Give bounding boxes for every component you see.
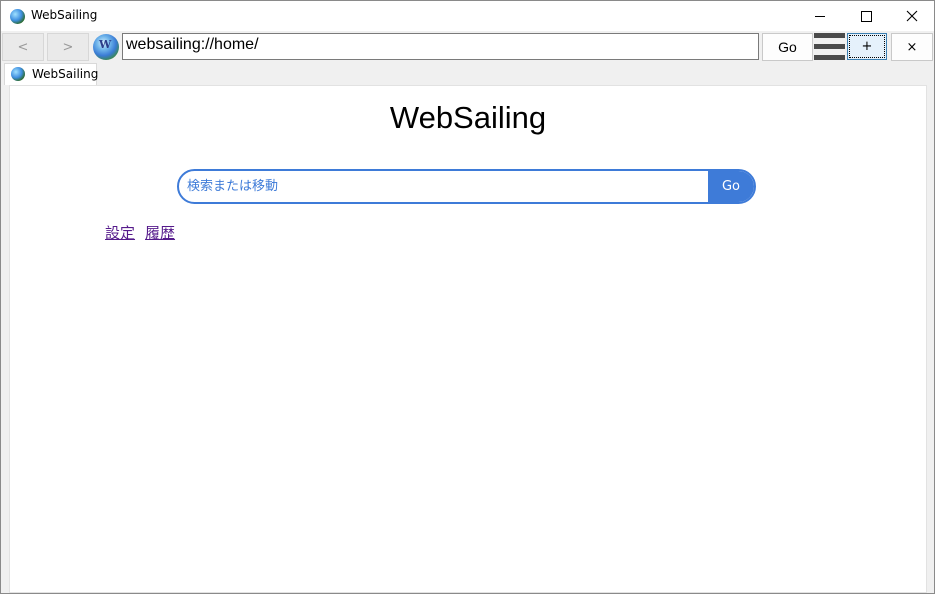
forward-button[interactable]: > (47, 33, 89, 61)
tab-strip: WebSailing (1, 63, 934, 85)
new-tab-button[interactable]: + (847, 33, 887, 60)
site-icon-letter: W (99, 38, 112, 51)
tab-globe-icon (11, 67, 25, 81)
history-link[interactable]: 履歴 (145, 224, 175, 242)
tab-label: WebSailing (32, 67, 99, 81)
search-form: Go (177, 169, 756, 204)
minimize-button[interactable] (797, 1, 843, 31)
browser-window: WebSailing < > W websailing://home/ Go +… (0, 0, 935, 594)
minimize-icon (815, 15, 825, 17)
search-go-button[interactable]: Go (708, 171, 754, 202)
close-tab-button[interactable]: × (891, 33, 933, 61)
site-globe-icon: W (93, 34, 119, 60)
go-button[interactable]: Go (762, 33, 813, 61)
app-globe-icon (10, 9, 25, 24)
page-content: WebSailing Go 設定履歴 (9, 85, 927, 593)
maximize-button[interactable] (843, 1, 889, 31)
close-window-button[interactable] (889, 1, 934, 31)
navigation-toolbar: < > W websailing://home/ Go + × (1, 31, 934, 63)
close-icon (906, 10, 918, 22)
tab-websailing[interactable]: WebSailing (4, 63, 99, 85)
page-title: WebSailing (389, 100, 547, 135)
hamburger-icon (814, 33, 845, 38)
menu-button[interactable] (814, 33, 845, 61)
window-title: WebSailing (31, 8, 98, 22)
quick-links: 設定 履歴 (105, 222, 185, 243)
settings-link[interactable]: 設定 (105, 224, 135, 242)
back-button[interactable]: < (2, 33, 44, 61)
maximize-icon (860, 10, 872, 22)
address-bar[interactable]: websailing://home/ (122, 33, 759, 60)
search-input[interactable] (179, 171, 710, 202)
title-bar[interactable]: WebSailing (1, 1, 934, 31)
hamburger-icon (814, 44, 845, 49)
hamburger-icon (814, 55, 845, 60)
